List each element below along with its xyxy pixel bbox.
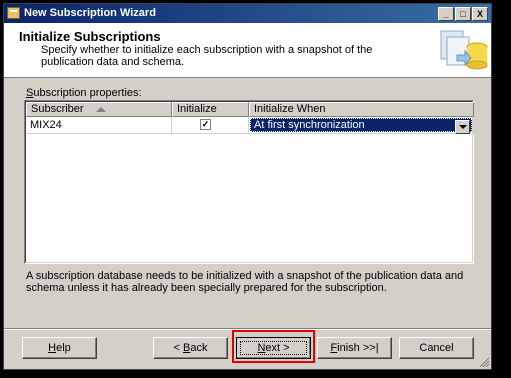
window-title: New Subscription Wizard bbox=[24, 7, 156, 19]
wizard-header: Initialize Subscriptions Specify whether… bbox=[4, 23, 491, 78]
title-bar[interactable]: New Subscription Wizard _ □ X bbox=[4, 4, 491, 23]
database-wizard-icon bbox=[440, 30, 488, 70]
column-header-initialize-when[interactable]: Initialize When bbox=[249, 102, 474, 117]
initialize-cell: ✓ bbox=[172, 117, 249, 134]
subscriber-cell[interactable]: MIX24 bbox=[26, 117, 172, 134]
wizard-app-icon bbox=[7, 7, 20, 19]
wizard-window: New Subscription Wizard _ □ X Initialize… bbox=[3, 3, 492, 370]
finish-button[interactable]: Finish >>| bbox=[317, 337, 392, 359]
column-header-subscriber[interactable]: Subscriber bbox=[26, 102, 172, 117]
back-button[interactable]: < Back bbox=[153, 337, 228, 359]
subscription-properties-label: Subscription properties: bbox=[26, 87, 142, 99]
chevron-down-icon[interactable] bbox=[455, 120, 470, 134]
maximize-button[interactable]: □ bbox=[455, 7, 471, 21]
highlight-annotation bbox=[232, 330, 315, 363]
initialization-note: A subscription database needs to be init… bbox=[26, 270, 464, 294]
initialize-when-cell: At first synchronization bbox=[249, 117, 474, 134]
cancel-button[interactable]: Cancel bbox=[399, 337, 474, 359]
close-button[interactable]: X bbox=[472, 7, 488, 21]
sort-ascending-icon bbox=[95, 106, 106, 112]
subscription-grid[interactable]: Subscriber Initialize Initialize When MI… bbox=[24, 100, 474, 264]
initialize-when-value: At first synchronization bbox=[254, 119, 365, 131]
help-button[interactable]: Help bbox=[22, 337, 97, 359]
minimize-button[interactable]: _ bbox=[438, 7, 454, 21]
page-title: Initialize Subscriptions bbox=[19, 29, 161, 44]
initialize-when-select[interactable]: At first synchronization bbox=[250, 118, 472, 134]
column-header-initialize[interactable]: Initialize bbox=[172, 102, 249, 117]
resize-grip-icon[interactable] bbox=[477, 355, 489, 367]
initialize-checkbox[interactable]: ✓ bbox=[200, 119, 211, 130]
page-description: Specify whether to initialize each subsc… bbox=[41, 44, 373, 68]
